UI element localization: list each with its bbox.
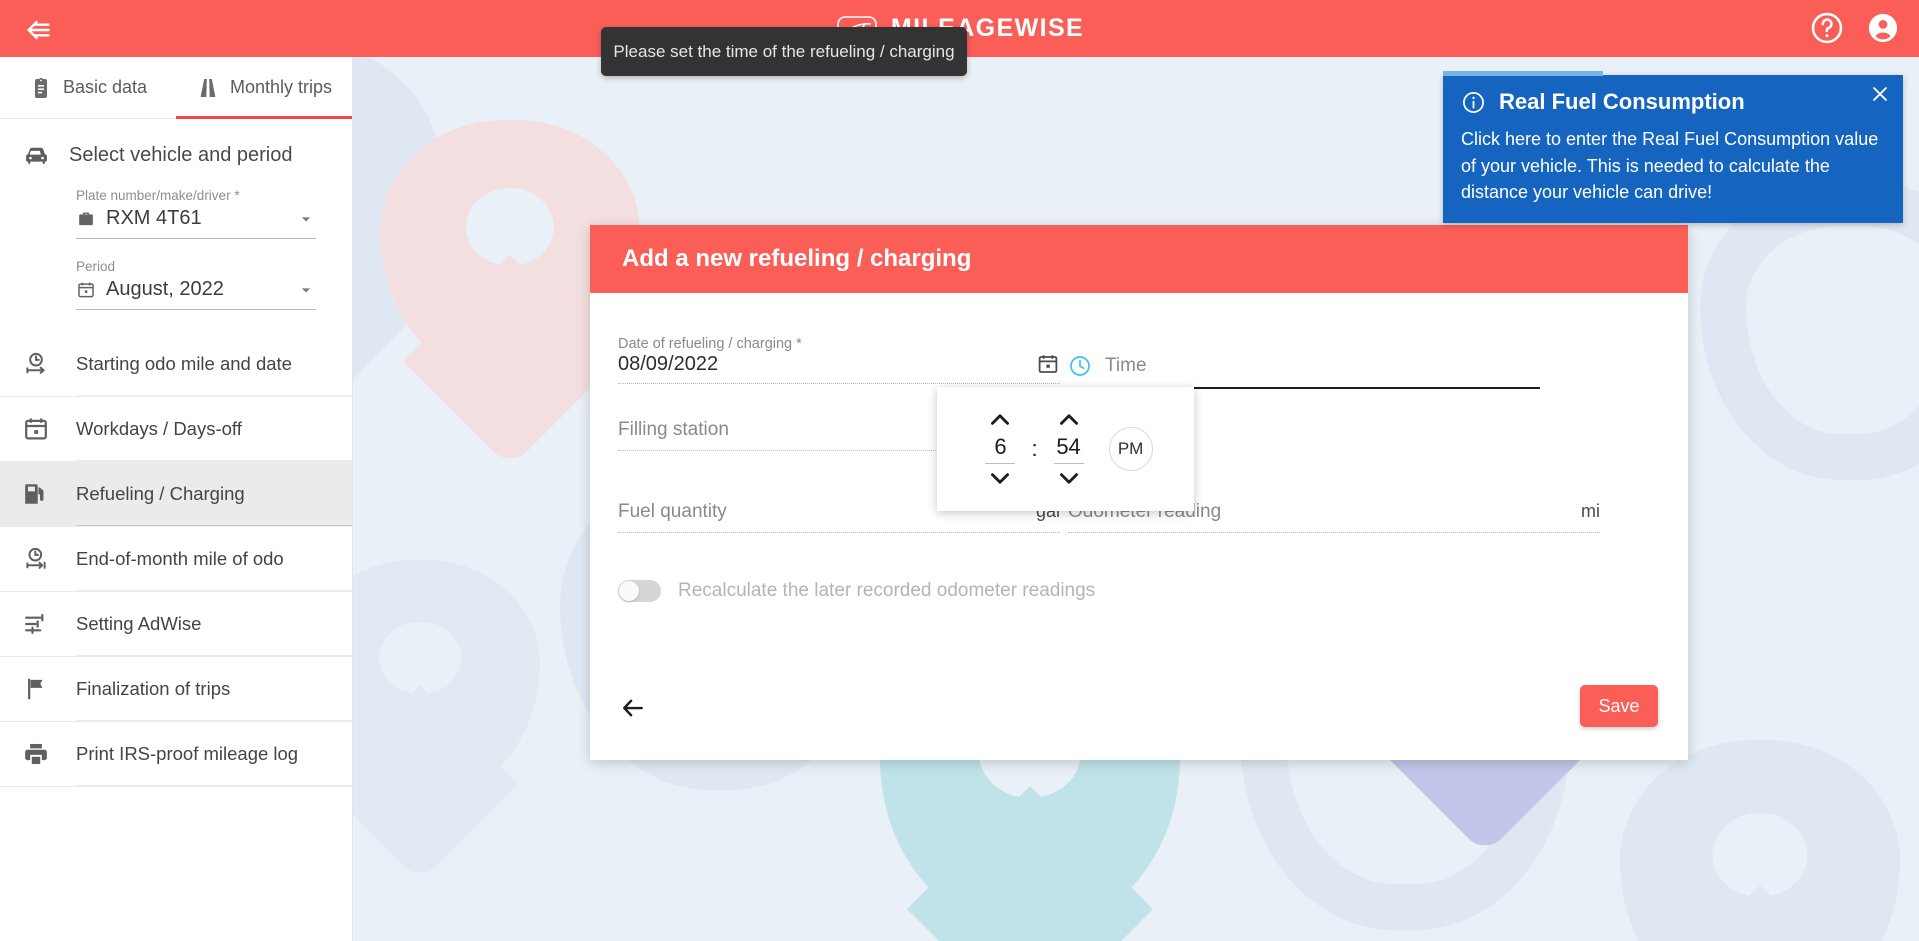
clipboard-icon xyxy=(34,77,47,98)
notification-title-row: Real Fuel Consumption xyxy=(1461,89,1885,115)
sidebar-item-end-of-month[interactable]: End-of-month mile of odo xyxy=(0,527,352,592)
chevron-up-icon[interactable] xyxy=(1056,409,1082,429)
calendar-picker-icon[interactable] xyxy=(1036,352,1060,376)
sidebar-item-label: End-of-month mile of odo xyxy=(76,548,284,569)
account-circle-icon[interactable] xyxy=(1865,10,1901,46)
tab-basic-data[interactable]: Basic data xyxy=(0,57,176,118)
add-refueling-modal: Add a new refueling / charging Date of r… xyxy=(590,225,1688,760)
time-separator: : xyxy=(1031,436,1038,461)
sidebar-item-setting-adwise[interactable]: Setting AdWise xyxy=(0,592,352,657)
car-icon xyxy=(26,147,47,164)
sidebar-tabs: Basic data Monthly trips xyxy=(0,57,352,119)
sidebar-item-print-log[interactable]: Print IRS-proof mileage log xyxy=(0,722,352,787)
odometer-unit: mi xyxy=(1581,501,1600,521)
plate-field: Plate number/make/driver * RXM 4T61 xyxy=(76,188,316,239)
sidebar-item-finalization[interactable]: Finalization of trips xyxy=(0,657,352,722)
plate-field-row[interactable]: RXM 4T61 xyxy=(76,207,316,239)
modal-title: Add a new refueling / charging xyxy=(590,225,1688,293)
meridiem-toggle[interactable]: PM xyxy=(1108,427,1153,471)
info-circle-icon xyxy=(1463,91,1484,113)
select-vehicle-section: Select vehicle and period xyxy=(0,119,352,178)
briefcase-icon xyxy=(79,212,93,225)
date-field: Date of refueling / charging * 08/09/202… xyxy=(618,336,1060,384)
tab-label: Basic data xyxy=(62,77,148,97)
printer-icon xyxy=(25,743,47,765)
date-field-value[interactable]: 08/09/2022 xyxy=(618,353,718,376)
chevron-up-icon[interactable] xyxy=(987,409,1013,429)
recalculate-toggle[interactable] xyxy=(618,580,661,602)
real-fuel-consumption-notification[interactable]: Real Fuel Consumption Click here to ente… xyxy=(1443,71,1903,223)
topbar-actions xyxy=(1809,10,1901,46)
sidebar-item-label: Workdays / Days-off xyxy=(76,418,242,439)
time-tooltip: Please set the time of the refueling / c… xyxy=(601,27,967,76)
sidebar-menu: Starting odo mile and date Workdays / Da… xyxy=(0,332,352,787)
sidebar-item-label: Setting AdWise xyxy=(76,613,202,634)
period-field-row[interactable]: August, 2022 xyxy=(76,278,316,310)
tab-monthly-trips[interactable]: Monthly trips xyxy=(176,57,352,119)
hour-value[interactable]: 6 xyxy=(985,434,1016,464)
section-title: Select vehicle and period xyxy=(69,144,293,166)
clock-arrow-end-icon xyxy=(26,547,46,569)
save-button[interactable]: Save xyxy=(1580,685,1658,727)
notification-title: Real Fuel Consumption xyxy=(1499,89,1745,114)
tab-label: Monthly trips xyxy=(229,77,333,97)
fuel-quantity-placeholder[interactable]: Fuel quantity xyxy=(618,501,727,523)
calendar-icon xyxy=(25,418,47,440)
hour-stepper: 6 xyxy=(978,409,1022,489)
date-field-label: Date of refueling / charging * xyxy=(618,336,802,352)
modal-footer: Save xyxy=(590,668,1688,760)
sidebar-item-workdays[interactable]: Workdays / Days-off xyxy=(0,397,352,462)
chevron-down-icon[interactable] xyxy=(296,209,316,229)
period-field: Period August, 2022 xyxy=(76,259,316,310)
recalculate-label: Recalculate the later recorded odometer … xyxy=(678,580,1096,601)
plate-field-label: Plate number/make/driver * xyxy=(76,188,240,203)
sidebar-item-starting-odo[interactable]: Starting odo mile and date xyxy=(0,332,352,397)
recalculate-row: Recalculate the later recorded odometer … xyxy=(618,580,1095,602)
sidebar-item-label: Print IRS-proof mileage log xyxy=(76,743,299,764)
sidebar: Basic data Monthly trips Select vehicle … xyxy=(0,57,353,941)
time-field: Time xyxy=(1068,336,1540,389)
minute-value[interactable]: 54 xyxy=(1053,434,1084,464)
notification-body: Click here to enter the Real Fuel Consum… xyxy=(1461,129,1879,203)
help-circle-icon[interactable] xyxy=(1809,10,1845,46)
sidebar-item-label: Finalization of trips xyxy=(76,678,231,699)
clock-icon xyxy=(1070,356,1090,376)
close-icon[interactable] xyxy=(1869,83,1891,105)
chevron-down-icon[interactable] xyxy=(1056,469,1082,489)
minute-stepper: 54 xyxy=(1047,409,1091,489)
sliders-icon xyxy=(25,614,44,634)
plate-field-value: RXM 4T61 xyxy=(106,207,202,229)
flag-icon xyxy=(28,678,43,700)
chevron-down-icon[interactable] xyxy=(987,469,1013,489)
calendar-icon xyxy=(78,282,94,297)
time-field-placeholder[interactable]: Time xyxy=(1105,355,1147,377)
sidebar-item-refueling-charging[interactable]: Refueling / Charging xyxy=(0,462,352,527)
fuel-pump-icon xyxy=(25,484,44,504)
period-field-label: Period xyxy=(76,259,116,274)
notification-accent-bar xyxy=(1443,71,1603,76)
road-icon xyxy=(200,78,216,97)
sidebar-item-label: Refueling / Charging xyxy=(76,483,245,504)
period-field-value: August, 2022 xyxy=(106,278,224,300)
arrow-left-icon[interactable] xyxy=(618,693,648,723)
clock-arrow-right-icon xyxy=(26,352,45,374)
chevron-down-icon[interactable] xyxy=(296,280,316,300)
sidebar-item-label: Starting odo mile and date xyxy=(76,353,292,374)
filling-station-placeholder[interactable]: Filling station xyxy=(618,419,729,441)
time-picker-popup: 6 : 54 PM xyxy=(937,387,1194,511)
